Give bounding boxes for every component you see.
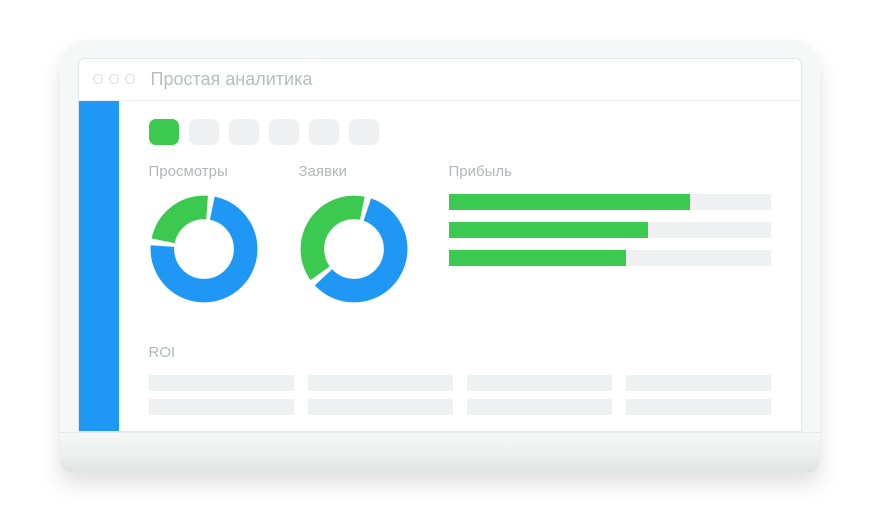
tab-0[interactable] — [149, 119, 179, 145]
roi-cell — [149, 375, 294, 391]
roi-row-1 — [149, 375, 771, 391]
roi-cell — [308, 375, 453, 391]
window-close-icon[interactable] — [93, 74, 103, 84]
roi-cell — [467, 375, 612, 391]
profit-bar-1-fill — [449, 194, 691, 210]
tab-row — [149, 119, 771, 145]
content-area: Просмотры Заявки — [79, 101, 801, 431]
tab-2[interactable] — [229, 119, 259, 145]
views-donut-chart — [149, 194, 259, 304]
roi-cell — [626, 399, 771, 415]
roi-label: ROI — [149, 344, 771, 361]
sidebar[interactable] — [79, 101, 119, 431]
page-title: Простая аналитика — [151, 69, 313, 90]
laptop-frame: Простая аналитика Просмотры — [60, 40, 820, 472]
requests-donut-chart — [299, 194, 409, 304]
browser-window: Простая аналитика Просмотры — [78, 58, 802, 432]
profit-bar-3-fill — [449, 250, 626, 266]
profit-bars — [449, 194, 771, 266]
profit-bar-2-fill — [449, 222, 649, 238]
profit-bar-3 — [449, 250, 771, 266]
tab-1[interactable] — [189, 119, 219, 145]
views-label: Просмотры — [149, 163, 279, 180]
panels: Просмотры Заявки — [149, 163, 771, 330]
window-maximize-icon[interactable] — [125, 74, 135, 84]
profit-bar-2 — [449, 222, 771, 238]
profit-panel: Прибыль — [449, 163, 771, 330]
main-panel: Просмотры Заявки — [119, 101, 801, 431]
roi-cell — [467, 399, 612, 415]
title-bar: Простая аналитика — [79, 59, 801, 101]
roi-grid — [149, 375, 771, 415]
window-minimize-icon[interactable] — [109, 74, 119, 84]
tab-5[interactable] — [349, 119, 379, 145]
views-panel: Просмотры — [149, 163, 279, 330]
roi-cell — [149, 399, 294, 415]
requests-panel: Заявки — [299, 163, 429, 330]
tab-3[interactable] — [269, 119, 299, 145]
roi-row-2 — [149, 399, 771, 415]
laptop-base — [60, 432, 820, 472]
window-controls — [93, 74, 135, 84]
donut-panels: Просмотры Заявки — [149, 163, 429, 330]
profit-label: Прибыль — [449, 163, 771, 180]
requests-label: Заявки — [299, 163, 429, 180]
roi-cell — [626, 375, 771, 391]
profit-bar-1 — [449, 194, 771, 210]
roi-cell — [308, 399, 453, 415]
tab-4[interactable] — [309, 119, 339, 145]
roi-panel: ROI — [149, 344, 771, 415]
